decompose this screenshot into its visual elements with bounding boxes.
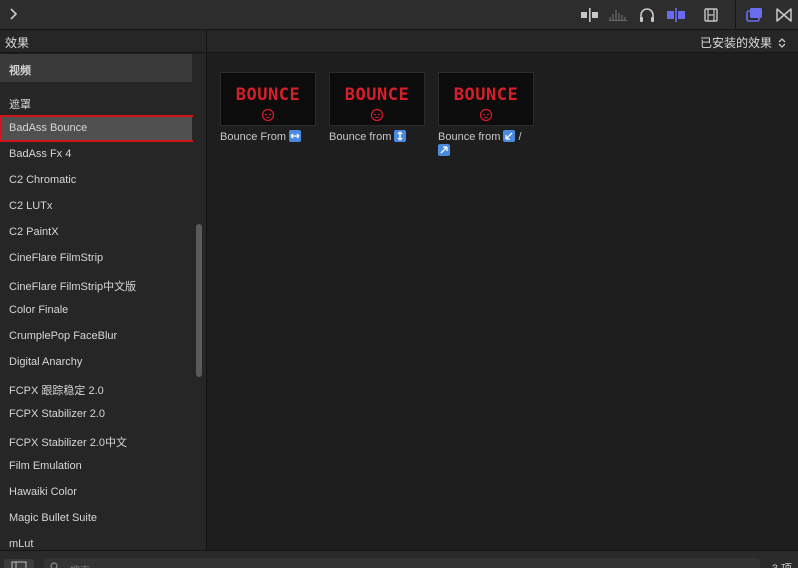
effects-grid: BOUNCE Bounce From BOUNCE Bounce from BO… bbox=[207, 54, 798, 550]
badass-logo-icon bbox=[370, 108, 384, 122]
clip-skimming-icon[interactable] bbox=[580, 6, 600, 24]
up-down-arrow-icon bbox=[394, 130, 407, 142]
effects-category-list: 视频 遮罩 BadAss Bounce BadAss Fx 4 C2 Chrom… bbox=[0, 54, 206, 550]
sidebar-item-label: CrumplePop FaceBlur bbox=[9, 330, 118, 342]
sidebar-item-label: C2 Chromatic bbox=[9, 174, 77, 186]
sidebar-item-crumplepop-faceblur[interactable]: CrumplePop FaceBlur bbox=[0, 323, 192, 349]
sidebar-item-fcpx-stabilizer[interactable]: FCPX Stabilizer 2.0 bbox=[0, 401, 192, 427]
sidebar-item-label: C2 PaintX bbox=[9, 226, 59, 238]
sidebar-item-badass-fx-4[interactable]: BadAss Fx 4 bbox=[0, 141, 192, 167]
sidebar-item-label: Hawaiki Color bbox=[9, 486, 77, 498]
up-right-arrow-icon bbox=[438, 144, 450, 156]
sidebar-item-label: mLut bbox=[9, 538, 34, 550]
search-placeholder: 搜索 bbox=[70, 562, 90, 568]
sidebar-item-masks[interactable]: 遮罩 bbox=[0, 89, 192, 115]
effect-tile-bounce-from-left-right[interactable]: BOUNCE Bounce From bbox=[220, 72, 318, 144]
search-icon bbox=[50, 562, 58, 568]
thumbnail-title: BOUNCE bbox=[453, 85, 519, 105]
sidebar-item-label: FCPX Stabilizer 2.0中文 bbox=[9, 437, 127, 449]
badass-logo-icon bbox=[261, 108, 275, 122]
effect-label: Bounce from / bbox=[438, 130, 548, 158]
chevron-right-icon[interactable] bbox=[6, 6, 22, 22]
sidebar-item-fcpx-tracking-stabilizer[interactable]: FCPX 跟踪稳定 2.0 bbox=[0, 375, 192, 401]
search-input[interactable]: 搜索 bbox=[44, 558, 760, 568]
sidebar-item-label: 遮罩 bbox=[9, 99, 31, 111]
sidebar-item-badass-bounce[interactable]: BadAss Bounce bbox=[0, 115, 192, 141]
effect-thumbnail[interactable]: BOUNCE bbox=[438, 72, 534, 126]
effects-browser-icon[interactable] bbox=[744, 6, 764, 24]
sidebar-item-label: Color Finale bbox=[9, 304, 69, 316]
snapping-icon[interactable] bbox=[666, 6, 686, 24]
category-header-video[interactable]: 视频 bbox=[0, 54, 192, 82]
thumbnail-title: BOUNCE bbox=[235, 85, 301, 105]
sidebar-item-mlut[interactable]: mLut bbox=[0, 531, 192, 550]
sidebar-toggle-button[interactable] bbox=[4, 559, 34, 568]
effect-label: Bounce from bbox=[329, 130, 427, 144]
sidebar-item-c2-lutx[interactable]: C2 LUTx bbox=[0, 193, 192, 219]
pane-title: 效果 bbox=[5, 36, 30, 50]
category-header-label: 视频 bbox=[9, 65, 31, 77]
sidebar-item-label: FCPX Stabilizer 2.0 bbox=[9, 408, 105, 420]
effect-thumbnail[interactable]: BOUNCE bbox=[220, 72, 316, 126]
sidebar-item-label: Magic Bullet Suite bbox=[9, 512, 98, 524]
sidebar-item-hawaiki-color[interactable]: Hawaiki Color bbox=[0, 479, 192, 505]
sidebar-item-label: CineFlare FilmStrip中文版 bbox=[9, 281, 137, 293]
sidebar-item-label: CineFlare FilmStrip bbox=[9, 252, 104, 264]
installed-effects-popup[interactable]: 已安装的效果 bbox=[700, 34, 786, 51]
sidebar-scrollbar-thumb[interactable] bbox=[196, 224, 202, 377]
sidebar-item-fcpx-stabilizer-cn[interactable]: FCPX Stabilizer 2.0中文 bbox=[0, 427, 192, 453]
effect-tile-bounce-from-diagonal[interactable]: BOUNCE Bounce from / bbox=[438, 72, 548, 158]
sidebar-item-label: FCPX 跟踪稳定 2.0 bbox=[9, 385, 104, 397]
sidebar-item-label: Digital Anarchy bbox=[9, 356, 83, 368]
down-left-arrow-icon bbox=[503, 130, 516, 142]
sidebar-item-cineflare-filmstrip[interactable]: CineFlare FilmStrip bbox=[0, 245, 192, 271]
thumbnail-title: BOUNCE bbox=[344, 85, 410, 105]
toolbar bbox=[0, 0, 798, 30]
sidebar-item-color-finale[interactable]: Color Finale bbox=[0, 297, 192, 323]
installed-effects-label: 已安装的效果 bbox=[699, 36, 772, 50]
item-count: 3 项 bbox=[772, 560, 792, 568]
browser-header: 已安装的效果 bbox=[207, 30, 798, 53]
effect-tile-bounce-from-up-down[interactable]: BOUNCE Bounce from bbox=[329, 72, 427, 144]
sidebar-item-magic-bullet-suite[interactable]: Magic Bullet Suite bbox=[0, 505, 192, 531]
up-down-chevron-icon bbox=[778, 37, 786, 48]
sidebar-header: 效果 bbox=[0, 30, 206, 53]
sidebar-item-label: C2 LUTx bbox=[9, 200, 53, 212]
badass-logo-icon bbox=[479, 108, 493, 122]
sidebar-item-c2-chromatic[interactable]: C2 Chromatic bbox=[0, 167, 192, 193]
audio-waveform-icon[interactable] bbox=[608, 6, 628, 24]
effects-browser-window: 效果 已安装的效果 视频 遮罩 BadAss Bounce BadAss Fx … bbox=[0, 0, 798, 568]
sidebar-item-c2-paintx[interactable]: C2 PaintX bbox=[0, 219, 192, 245]
sidebar-item-label: BadAss Bounce bbox=[9, 122, 88, 134]
bottom-bar: 搜索 3 项 bbox=[0, 550, 798, 568]
sidebar-item-digital-anarchy[interactable]: Digital Anarchy bbox=[0, 349, 192, 375]
sidebar-item-film-emulation[interactable]: Film Emulation bbox=[0, 453, 192, 479]
left-right-arrow-icon bbox=[289, 130, 302, 142]
bowtie-icon[interactable] bbox=[774, 6, 794, 24]
sidebar-item-cineflare-filmstrip-cn[interactable]: CineFlare FilmStrip中文版 bbox=[0, 271, 192, 297]
filmstrip-icon[interactable] bbox=[701, 6, 721, 24]
effect-label: Bounce From bbox=[220, 130, 318, 144]
effect-thumbnail[interactable]: BOUNCE bbox=[329, 72, 425, 126]
sidebar-icon bbox=[11, 561, 27, 568]
sidebar-item-label: Film Emulation bbox=[9, 460, 82, 472]
toolbar-separator bbox=[735, 0, 736, 30]
headphones-icon[interactable] bbox=[637, 6, 657, 24]
sidebar-item-label: BadAss Fx 4 bbox=[9, 148, 72, 160]
